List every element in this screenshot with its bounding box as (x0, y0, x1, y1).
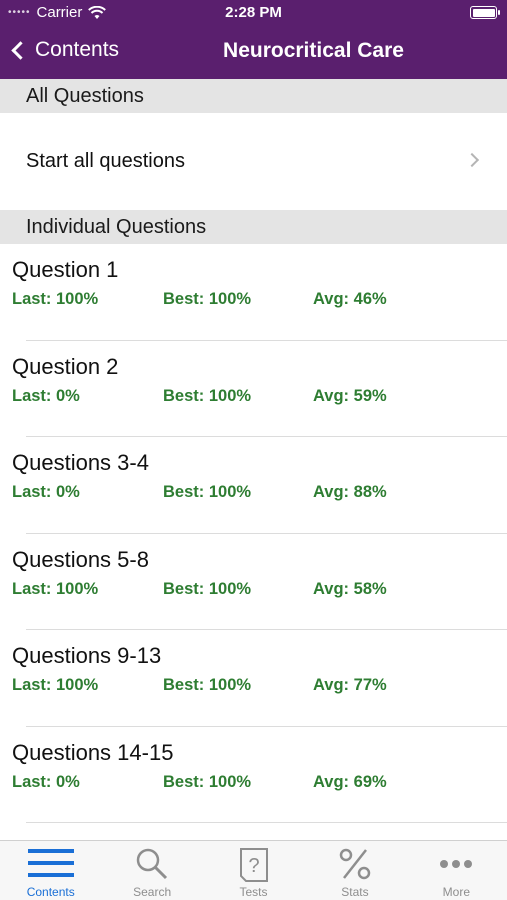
avg-score: Avg: 69% (313, 772, 387, 791)
battery-icon (470, 6, 500, 19)
more-icon (440, 860, 473, 868)
list-item[interactable]: Questions 5-8 Last: 100% Best: 100% Avg:… (0, 534, 507, 630)
tab-stats[interactable]: Stats (304, 841, 405, 900)
list-icon (27, 849, 74, 877)
question-title: Questions 3-4 (12, 450, 149, 475)
last-score: Last: 0% (12, 386, 80, 405)
question-title: Questions 14-15 (12, 739, 174, 765)
search-icon (136, 848, 168, 880)
avg-score: Avg: 58% (313, 579, 387, 598)
section-header-individual: Individual Questions (0, 210, 507, 244)
best-score: Best: 100% (163, 772, 252, 791)
last-score: Last: 0% (12, 772, 80, 791)
last-score: Last: 100% (12, 676, 99, 694)
tab-label: Contents (26, 885, 75, 899)
status-bar: ••••• Carrier 2:28 PM (0, 0, 507, 26)
page-title: Neurocritical Care (223, 39, 404, 62)
tab-label: Stats (341, 885, 369, 899)
tab-contents[interactable]: Contents (0, 841, 101, 900)
tab-tests[interactable]: ? Tests (203, 841, 304, 900)
list-item[interactable]: Question 1 Last: 100% Best: 100% Avg: 46… (0, 244, 507, 341)
best-score: Best: 100% (163, 483, 252, 501)
best-score: Best: 100% (163, 290, 252, 308)
last-score: Last: 0% (12, 483, 80, 501)
avg-score: Avg: 88% (313, 483, 387, 501)
last-score: Last: 100% (12, 290, 99, 308)
percent-icon (339, 848, 371, 880)
avg-score: Avg: 77% (313, 676, 387, 694)
svg-text:?: ? (248, 855, 259, 877)
tests-icon: ? (239, 848, 268, 882)
start-all-label: Start all questions (26, 150, 185, 172)
questions-list: Question 1 Last: 100% Best: 100% Avg: 46… (0, 244, 507, 823)
best-score: Best: 100% (163, 386, 252, 405)
list-item[interactable]: Question 2 Last: 0% Best: 100% Avg: 59% (0, 341, 507, 437)
list-item[interactable]: Questions 3-4 Last: 0% Best: 100% Avg: 8… (0, 437, 507, 534)
tab-search[interactable]: Search (101, 841, 202, 900)
avg-score: Avg: 59% (313, 386, 387, 405)
avg-score: Avg: 46% (313, 290, 387, 308)
best-score: Best: 100% (163, 579, 252, 598)
tab-label: Tests (239, 885, 268, 899)
question-title: Questions 5-8 (12, 546, 149, 572)
last-score: Last: 100% (12, 579, 99, 598)
question-title: Question 2 (12, 353, 119, 379)
section-header-all: All Questions (0, 79, 507, 113)
clock: 2:28 PM (225, 4, 282, 21)
start-all-questions-row[interactable]: Start all questions (0, 113, 507, 209)
tab-label: Search (133, 885, 172, 899)
nav-bar: Contents Neurocritical Care (0, 26, 507, 79)
row-divider (26, 822, 507, 823)
tab-label: More (442, 885, 470, 899)
question-title: Question 1 (12, 257, 119, 282)
question-title: Questions 9-13 (12, 643, 162, 668)
list-item[interactable]: Questions 14-15 Last: 0% Best: 100% Avg:… (0, 727, 507, 823)
best-score: Best: 100% (163, 676, 252, 694)
list-item[interactable]: Questions 9-13 Last: 100% Best: 100% Avg… (0, 630, 507, 727)
chevron-right-icon (464, 152, 480, 168)
tab-more[interactable]: More (406, 841, 507, 900)
tab-bar: Contents Search ? Tests Stats More (0, 840, 507, 900)
